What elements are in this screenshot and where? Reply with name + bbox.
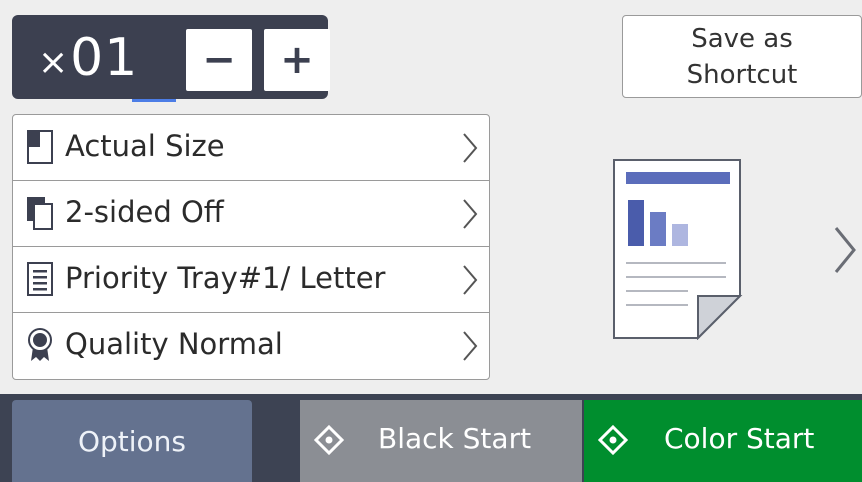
setting-label: Quality Normal	[65, 327, 283, 361]
copies-multiplier-label: ×	[38, 41, 69, 83]
copy-count-control: × 01 − +	[12, 15, 330, 102]
chevron-right-icon	[463, 199, 478, 229]
options-label: Options	[77, 424, 187, 458]
quality-ribbon-icon	[28, 328, 52, 361]
chevron-right-icon	[463, 265, 478, 295]
setting-row-quality[interactable]: Quality Normal	[13, 313, 489, 379]
setting-label: Actual Size	[65, 129, 225, 163]
next-page-arrow-icon[interactable]	[832, 224, 858, 276]
tray-icon	[27, 262, 53, 296]
options-button[interactable]: Options	[12, 400, 252, 482]
start-diamond-icon	[598, 425, 628, 455]
settings-area: × 01 − + Save as Shortcut Actual Size 2-…	[0, 0, 862, 394]
settings-list: Actual Size 2-sided Off Priority Tray#1/…	[12, 114, 490, 380]
black-start-label: Black Start	[378, 422, 532, 455]
plus-icon: +	[280, 37, 314, 83]
setting-row-duplex[interactable]: 2-sided Off	[13, 181, 489, 247]
shortcut-label-line2: Shortcut	[686, 59, 798, 90]
setting-row-size[interactable]: Actual Size	[13, 115, 489, 181]
copy-count-value: 01	[70, 28, 139, 88]
save-as-shortcut-button[interactable]: Save as Shortcut	[622, 15, 862, 98]
shortcut-label-line1: Save as	[691, 23, 793, 54]
increase-copies-button[interactable]: +	[264, 29, 330, 91]
chevron-right-icon	[463, 331, 478, 361]
duplex-icon	[27, 197, 53, 230]
start-diamond-icon	[314, 425, 344, 455]
black-start-button[interactable]: Black Start	[300, 400, 582, 482]
setting-row-tray[interactable]: Priority Tray#1/ Letter	[13, 247, 489, 313]
setting-label: Priority Tray#1/ Letter	[65, 261, 386, 295]
document-preview-icon	[613, 159, 743, 340]
setting-label: 2-sided Off	[65, 195, 224, 229]
minus-icon: −	[202, 37, 236, 83]
page-size-icon	[27, 130, 53, 164]
chevron-right-icon	[463, 133, 478, 163]
color-start-button[interactable]: Color Start	[584, 400, 862, 482]
copy-screen: × 01 − + Save as Shortcut Actual Size 2-…	[0, 0, 862, 482]
action-bar: Options Black Start Color Start	[0, 394, 862, 482]
color-start-label: Color Start	[664, 422, 815, 455]
decrease-copies-button[interactable]: −	[186, 29, 252, 91]
copy-count-display[interactable]: × 01	[20, 23, 176, 102]
cursor-underline	[132, 99, 176, 102]
